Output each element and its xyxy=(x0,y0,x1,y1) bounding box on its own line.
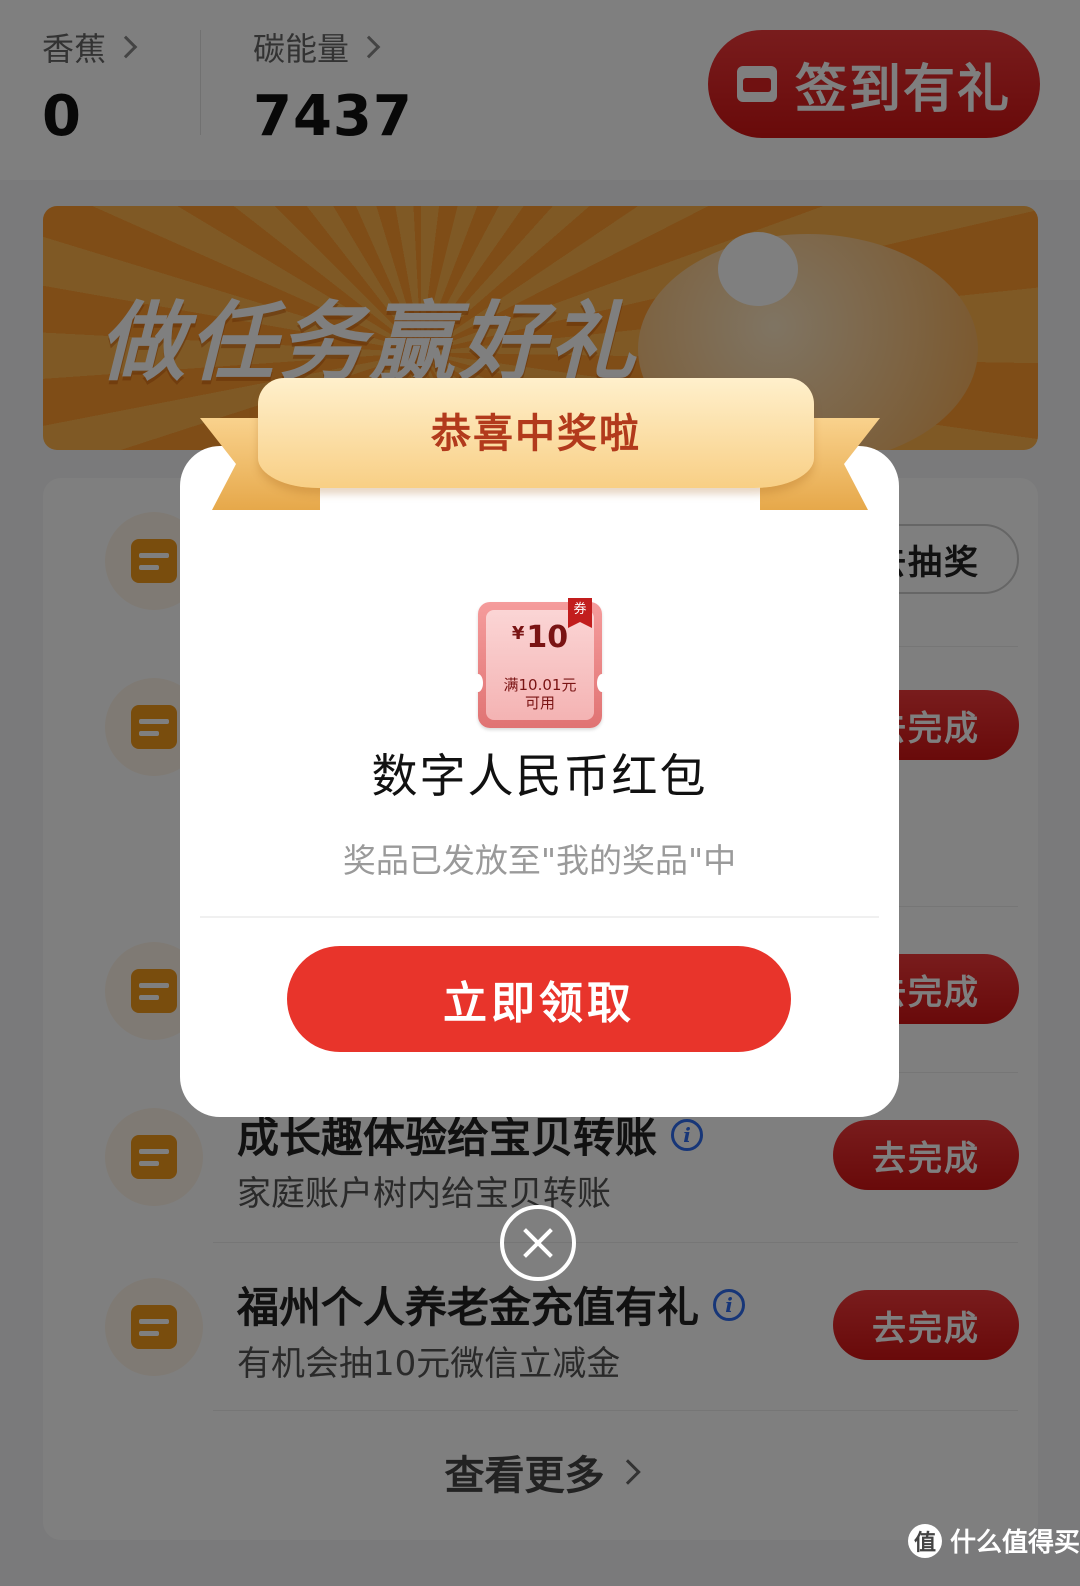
coupon-condition-line2: 可用 xyxy=(524,694,555,712)
coupon-amount: ¥10 xyxy=(478,620,602,655)
coupon-amount-value: 10 xyxy=(526,620,569,655)
claim-now-button[interactable]: 立即领取 xyxy=(287,946,791,1052)
coupon-condition-line1: 满10.01元 xyxy=(503,676,577,694)
prize-name: 数字人民币红包 xyxy=(371,749,708,803)
currency-symbol: ¥ xyxy=(511,623,525,644)
watermark-logo: 值 xyxy=(908,1523,942,1558)
congrats-title: 恭喜中奖啦 xyxy=(431,411,641,457)
coupon-image: 券 ¥10 满10.01元 可用 xyxy=(473,598,607,728)
coupon-condition: 满10.01元 可用 xyxy=(478,676,602,712)
divider xyxy=(200,916,879,918)
watermark: 值 什么值得买 xyxy=(908,1522,1080,1559)
watermark-text: 什么值得买 xyxy=(950,1528,1080,1558)
close-icon[interactable] xyxy=(500,1205,576,1281)
prize-hint: 奖品已发放至"我的奖品"中 xyxy=(342,841,737,880)
congrats-ribbon: 恭喜中奖啦 xyxy=(258,378,814,488)
